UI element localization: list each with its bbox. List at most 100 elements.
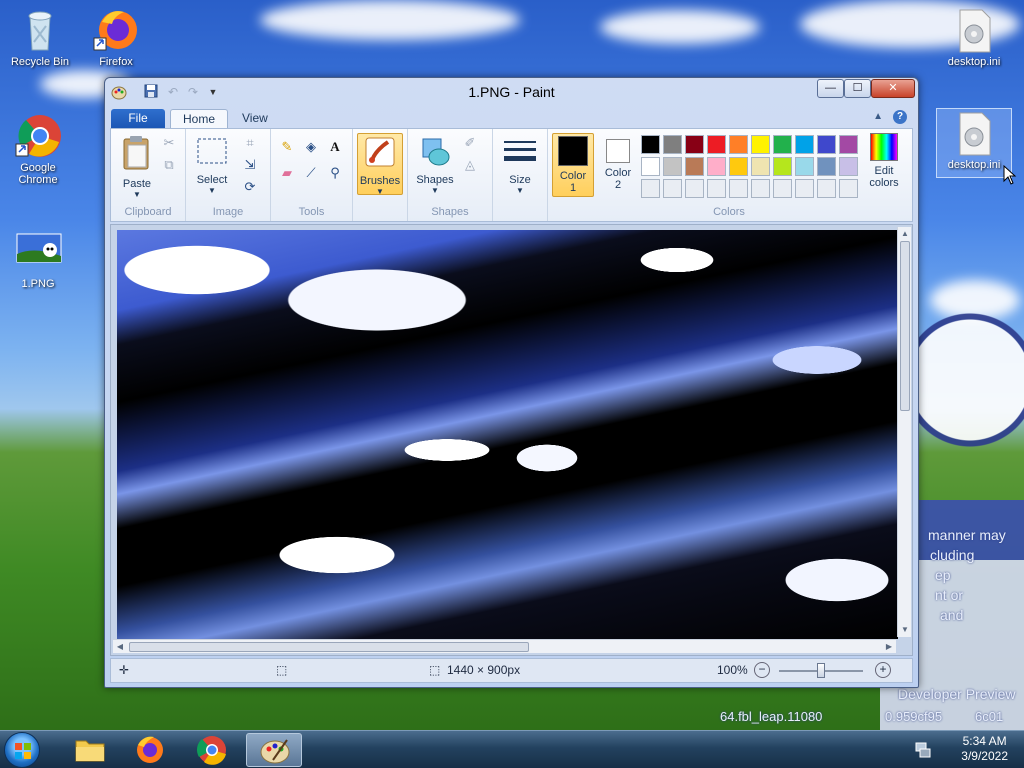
select-button[interactable]: Select ▼ <box>192 135 232 195</box>
palette-color-swatch[interactable] <box>707 135 726 154</box>
minimize-ribbon-icon[interactable]: ▲ <box>873 111 883 122</box>
scroll-down-icon[interactable]: ▼ <box>898 623 912 637</box>
drawing-canvas[interactable] <box>117 230 898 639</box>
palette-color-swatch[interactable] <box>795 135 814 154</box>
wallpaper-text: 0.959cf95 <box>885 709 943 724</box>
fill-icon[interactable]: ◈ <box>301 137 321 157</box>
edit-colors-button[interactable]: Edit colors <box>864 133 904 189</box>
taskbar-firefox-button[interactable] <box>122 733 178 767</box>
desktop-icon-desktop-ini-selected[interactable]: desktop.ini <box>936 108 1012 178</box>
minimize-button[interactable]: — <box>817 79 844 98</box>
resize-icon[interactable]: ⇲ <box>240 155 260 175</box>
zoom-out-button[interactable]: − <box>754 662 770 678</box>
color2-number: 2 <box>614 179 622 191</box>
paste-button[interactable]: Paste ▼ <box>117 135 157 199</box>
taskbar-paint-button[interactable] <box>246 733 302 767</box>
palette-color-swatch[interactable] <box>707 179 726 198</box>
tab-view[interactable]: View <box>230 109 280 129</box>
desktop-icon-desktop-ini[interactable]: desktop.ini <box>936 6 1012 68</box>
palette-color-swatch[interactable] <box>751 135 770 154</box>
taskbar-explorer-button[interactable] <box>62 733 118 767</box>
eraser-icon[interactable]: ▰ <box>277 163 297 183</box>
palette-color-swatch[interactable] <box>773 157 792 176</box>
palette-color-swatch[interactable] <box>795 179 814 198</box>
palette-color-swatch[interactable] <box>729 157 748 176</box>
palette-color-swatch[interactable] <box>641 179 660 198</box>
outline-icon[interactable]: ✐ <box>460 133 480 153</box>
palette-color-swatch[interactable] <box>685 179 704 198</box>
scroll-right-icon[interactable]: ▶ <box>882 640 896 654</box>
zoom-in-button[interactable]: + <box>875 662 891 678</box>
tab-home[interactable]: Home <box>170 109 229 129</box>
palette-color-swatch[interactable] <box>685 135 704 154</box>
title-bar[interactable]: ↶ ↷ ▼ 1.PNG - Paint — ☐ ✕ <box>105 78 918 106</box>
vertical-scroll-thumb[interactable] <box>900 241 910 411</box>
paint-window: ↶ ↷ ▼ 1.PNG - Paint — ☐ ✕ File Home View… <box>104 77 919 688</box>
desktop-icon-google-chrome[interactable]: Google Chrome <box>0 112 76 186</box>
close-button[interactable]: ✕ <box>871 79 915 98</box>
palette-color-swatch[interactable] <box>685 157 704 176</box>
palette-color-swatch[interactable] <box>641 157 660 176</box>
palette-color-swatch[interactable] <box>751 157 770 176</box>
palette-color-swatch[interactable] <box>641 135 660 154</box>
desktop-icon-label: desktop.ini <box>947 56 1001 68</box>
size-label: Size <box>509 174 531 186</box>
maximize-button[interactable]: ☐ <box>844 79 871 98</box>
palette-color-swatch[interactable] <box>817 179 836 198</box>
palette-color-swatch[interactable] <box>663 179 682 198</box>
magnifier-icon[interactable]: ⚲ <box>325 163 345 183</box>
shapes-icon <box>412 135 458 170</box>
tools-group-label: Tools <box>298 206 325 218</box>
color2-button[interactable]: Color 2 <box>598 133 638 197</box>
edit-colors-label-2: colors <box>869 177 899 189</box>
color-picker-icon[interactable]: ⟋ <box>301 163 321 183</box>
edit-colors-label: Edit <box>874 165 894 177</box>
rotate-icon[interactable]: ⟳ <box>240 177 260 197</box>
palette-color-swatch[interactable] <box>751 179 770 198</box>
help-icon[interactable]: ? <box>893 110 907 124</box>
scroll-up-icon[interactable]: ▲ <box>898 227 912 241</box>
palette-color-swatch[interactable] <box>773 135 792 154</box>
network-icon[interactable] <box>914 741 932 762</box>
brushes-button[interactable]: Brushes ▼ <box>357 133 403 196</box>
text-icon[interactable]: A <box>325 137 345 157</box>
cut-icon[interactable]: ✂ <box>159 133 179 153</box>
palette-color-swatch[interactable] <box>729 179 748 198</box>
settings-file-icon <box>950 6 998 54</box>
palette-color-swatch[interactable] <box>795 157 814 176</box>
crop-icon[interactable]: ⌗ <box>240 133 260 153</box>
fill-shape-icon[interactable]: ◬ <box>460 155 480 175</box>
palette-color-swatch[interactable] <box>663 135 682 154</box>
palette-color-swatch[interactable] <box>817 135 836 154</box>
palette-color-swatch[interactable] <box>773 179 792 198</box>
select-label: Select <box>196 174 228 186</box>
system-clock[interactable]: 5:34 AM 3/9/2022 <box>961 734 1008 764</box>
image-dimensions: 1440 × 900px <box>447 663 521 677</box>
color1-button[interactable]: Color 1 <box>552 133 594 197</box>
size-dropdown-icon: ▼ <box>516 186 524 195</box>
start-button[interactable] <box>4 732 40 768</box>
desktop-icon-firefox[interactable]: Firefox <box>78 6 154 68</box>
pencil-icon[interactable]: ✎ <box>277 137 297 157</box>
palette-color-swatch[interactable] <box>817 157 836 176</box>
palette-color-swatch[interactable] <box>839 135 858 154</box>
desktop-icon-recycle-bin[interactable]: Recycle Bin <box>2 6 78 68</box>
palette-color-swatch[interactable] <box>729 135 748 154</box>
horizontal-scroll-thumb[interactable] <box>129 642 529 652</box>
vertical-scrollbar[interactable]: ▲ ▼ <box>897 227 911 637</box>
clipboard-group: Paste ▼ ✂ ⧉ Clipboard <box>111 129 186 221</box>
colors-group: Color 1 Color 2 Edit colors Colors <box>548 129 910 221</box>
horizontal-scrollbar[interactable]: ◀ ▶ <box>113 639 896 653</box>
palette-color-swatch[interactable] <box>707 157 726 176</box>
shapes-button[interactable]: Shapes ▼ <box>412 135 458 195</box>
palette-color-swatch[interactable] <box>839 157 858 176</box>
size-button[interactable]: Size ▼ <box>501 135 539 195</box>
tab-file[interactable]: File <box>111 109 165 129</box>
palette-color-swatch[interactable] <box>839 179 858 198</box>
zoom-slider-thumb[interactable] <box>817 663 825 678</box>
copy-icon[interactable]: ⧉ <box>159 155 179 175</box>
desktop-icon-1-png[interactable]: 1.PNG <box>0 228 76 290</box>
taskbar-chrome-button[interactable] <box>184 733 240 767</box>
scroll-left-icon[interactable]: ◀ <box>113 640 127 654</box>
palette-color-swatch[interactable] <box>663 157 682 176</box>
